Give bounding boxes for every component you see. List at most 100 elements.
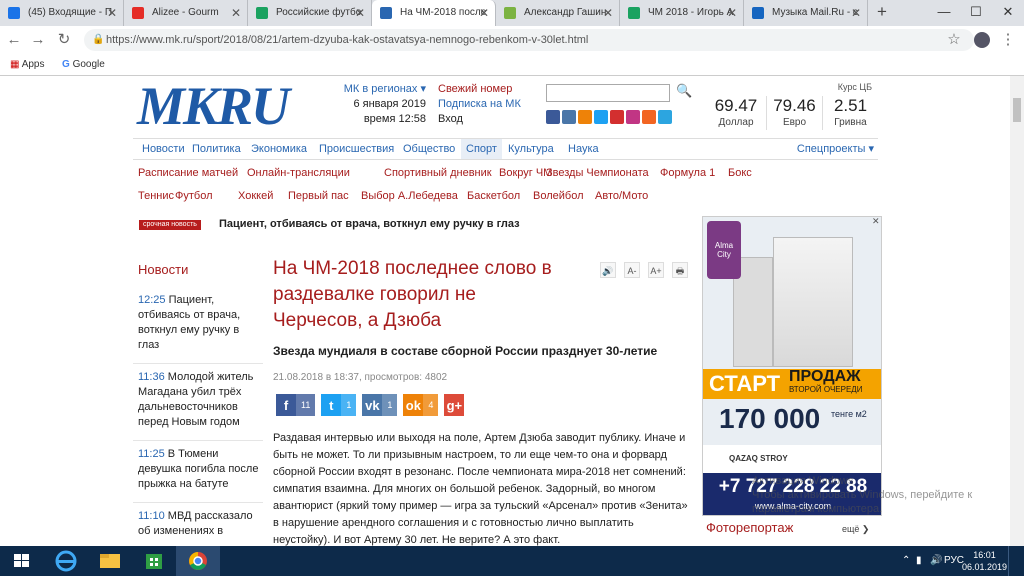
minimize-button[interactable]: —: [928, 0, 960, 26]
share-button[interactable]: vk 1: [362, 394, 398, 416]
subnav-item[interactable]: Онлайн-трансляции: [247, 162, 350, 184]
social-icon[interactable]: [578, 110, 592, 124]
ad-banner[interactable]: Alma City СТАРТ ПРОДАЖ ВТОРОЙ ОЧЕРЕДИ 17…: [702, 216, 882, 516]
browser-tab[interactable]: Александр Гашин ✕: [496, 0, 620, 26]
store-icon[interactable]: [132, 546, 176, 576]
subnav-item[interactable]: Теннис: [138, 185, 174, 207]
subnav-item[interactable]: Футбол: [175, 185, 213, 207]
site-search-input[interactable]: [546, 84, 670, 102]
back-icon[interactable]: ←: [4, 30, 24, 50]
social-icon[interactable]: [594, 110, 608, 124]
news-item[interactable]: 12:25 Пациент, отбиваясь от врача, воткн…: [133, 287, 263, 364]
page-scrollbar[interactable]: [1010, 76, 1024, 546]
share-button[interactable]: t1: [321, 394, 357, 416]
site-logo[interactable]: MKRU: [137, 78, 317, 134]
browser-tab[interactable]: ЧМ 2018 - Игорь А ✕: [620, 0, 744, 26]
internet-explorer-icon[interactable]: [44, 546, 88, 576]
news-item[interactable]: 11:10 МВД рассказало об изменениях в: [133, 503, 263, 546]
nav-item[interactable]: Спорт: [461, 139, 502, 159]
nav-item[interactable]: Экономика: [246, 139, 312, 159]
subnav-item[interactable]: Авто/Мото: [595, 185, 648, 207]
tab-close-icon[interactable]: ✕: [355, 0, 365, 26]
nav-item[interactable]: Культура: [503, 139, 559, 159]
subnav-item[interactable]: Бокс: [728, 162, 752, 184]
font-decrease-icon[interactable]: A-: [624, 262, 640, 278]
social-icon[interactable]: [562, 110, 576, 124]
subscribe-link[interactable]: Подписка на МК: [438, 97, 521, 112]
tab-close-icon[interactable]: ✕: [727, 0, 737, 26]
browser-tab[interactable]: Музыка Mail.Ru - с ✕: [744, 0, 868, 26]
subnav-item[interactable]: Спортивный дневник: [384, 162, 492, 184]
nav-item[interactable]: Общество: [398, 139, 460, 159]
notifications-icon[interactable]: [1008, 546, 1022, 576]
nav-item[interactable]: Происшествия: [314, 139, 399, 159]
fresh-issue-link[interactable]: Свежий номер: [438, 82, 521, 97]
subnav-item[interactable]: Расписание матчей: [138, 162, 238, 184]
start-button[interactable]: [0, 546, 44, 576]
browser-tab[interactable]: Российские футбо ✕: [248, 0, 372, 26]
tab-close-icon[interactable]: ✕: [851, 0, 861, 26]
tab-close-icon[interactable]: ✕: [107, 0, 117, 26]
specprojects-dropdown[interactable]: Спецпроекты ▾: [797, 139, 874, 159]
address-bar[interactable]: 🔒 https://www.mk.ru/sport/2018/08/21/art…: [84, 29, 974, 51]
star-icon[interactable]: ☆: [944, 30, 964, 50]
subnav-item[interactable]: Первый пас: [288, 185, 349, 207]
menu-icon[interactable]: ⋮: [998, 30, 1018, 50]
clock[interactable]: 16:01 06.01.2019: [962, 549, 1007, 573]
breaking-text[interactable]: Пациент, отбиваясь от врача, воткнул ему…: [219, 218, 520, 230]
login-link[interactable]: Вход: [438, 112, 521, 127]
subnav-item[interactable]: Баскетбол: [467, 185, 520, 207]
listen-icon[interactable]: 🔊: [600, 262, 616, 278]
print-icon[interactable]: 🖶: [672, 262, 688, 278]
volume-icon[interactable]: 🔊: [930, 546, 942, 576]
share-button[interactable]: g+: [444, 394, 465, 416]
subnav-item[interactable]: Звезды Чемпионата: [546, 162, 649, 184]
social-icon[interactable]: [546, 110, 560, 124]
regions-dropdown[interactable]: МК в регионах ▾: [334, 82, 426, 97]
news-item[interactable]: 11:25 В Тюмени девушка погибла после пры…: [133, 441, 263, 503]
close-window-button[interactable]: ✕: [992, 0, 1024, 26]
network-icon[interactable]: ▮: [916, 546, 922, 576]
reload-icon[interactable]: ↻: [54, 30, 74, 50]
nav-item[interactable]: Политика: [187, 139, 246, 159]
new-tab-button[interactable]: +: [868, 0, 896, 26]
social-icon[interactable]: [626, 110, 640, 124]
tab-close-icon[interactable]: ✕: [603, 0, 613, 26]
breaking-news[interactable]: срочная новость Пациент, отбиваясь от вр…: [137, 216, 697, 234]
share-button[interactable]: ok 4: [403, 394, 439, 416]
share-button[interactable]: f 11: [276, 394, 316, 416]
font-increase-icon[interactable]: A+: [648, 262, 664, 278]
file-explorer-icon[interactable]: [88, 546, 132, 576]
social-icon[interactable]: [610, 110, 624, 124]
subnav-item[interactable]: Выбор А.Лебедева: [361, 185, 458, 207]
ad-close-icon[interactable]: ✕: [872, 216, 882, 226]
profile-avatar[interactable]: [974, 32, 990, 48]
search-icon[interactable]: 🔍: [676, 83, 692, 99]
tray-up-icon[interactable]: ⌃: [902, 546, 910, 576]
chrome-icon[interactable]: [176, 546, 220, 576]
browser-tab[interactable]: Alizee - Gourm ✕: [124, 0, 248, 26]
scrollbar-thumb[interactable]: [1013, 98, 1021, 122]
nav-item[interactable]: Наука: [563, 139, 604, 159]
apps-bookmark[interactable]: ▦ Apps: [10, 57, 44, 73]
subnav-item[interactable]: Вокруг ЧМ: [499, 162, 552, 184]
subnav-item[interactable]: Волейбол: [533, 185, 584, 207]
photo-report-heading[interactable]: Фоторепортаж: [706, 520, 793, 535]
browser-tab[interactable]: На ЧМ-2018 после ✕: [372, 0, 496, 26]
forward-icon[interactable]: →: [28, 30, 48, 50]
google-bookmark[interactable]: G Google: [62, 57, 105, 73]
subnav-item[interactable]: Хоккей: [238, 185, 273, 207]
ad-sales: ПРОДАЖ: [789, 368, 861, 385]
tab-close-icon[interactable]: ✕: [479, 0, 489, 26]
news-heading[interactable]: Новости: [133, 262, 263, 277]
social-icon[interactable]: [642, 110, 656, 124]
browser-tab[interactable]: (45) Входящие - П ✕: [0, 0, 124, 26]
article-headline: На ЧМ-2018 последнее слово в раздевалке …: [273, 258, 552, 331]
social-icon[interactable]: [658, 110, 672, 124]
subnav-item[interactable]: Формула 1: [660, 162, 715, 184]
tab-close-icon[interactable]: ✕: [231, 0, 241, 26]
maximize-button[interactable]: ☐: [960, 0, 992, 26]
nav-item[interactable]: Новости: [137, 139, 190, 159]
news-item[interactable]: 11:36 Молодой житель Магадана убил трёх …: [133, 364, 263, 441]
more-link[interactable]: ещё ❯: [842, 524, 869, 535]
